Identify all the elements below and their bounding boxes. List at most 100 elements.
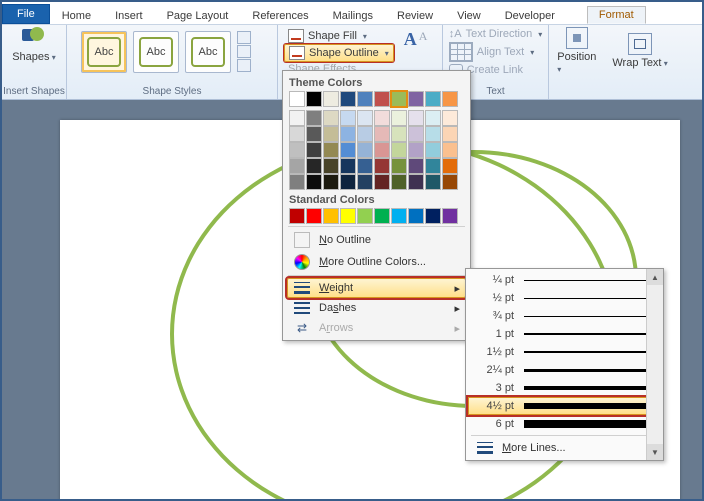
weight-option[interactable]: 3 pt [468, 379, 661, 397]
color-swatch[interactable] [425, 110, 441, 126]
color-swatch[interactable] [442, 110, 458, 126]
style-gallery-expand[interactable] [237, 31, 251, 72]
wrap-text-button[interactable]: Wrap Text ▾ [604, 25, 675, 77]
color-swatch[interactable] [340, 174, 356, 190]
color-swatch[interactable] [323, 110, 339, 126]
weight-option[interactable]: ¼ pt [468, 271, 661, 289]
color-swatch[interactable] [306, 110, 322, 126]
color-swatch[interactable] [357, 208, 373, 224]
color-swatch[interactable] [340, 91, 356, 107]
color-swatch[interactable] [425, 91, 441, 107]
color-swatch[interactable] [408, 208, 424, 224]
color-swatch[interactable] [357, 110, 373, 126]
color-swatch[interactable] [289, 158, 305, 174]
align-text-button[interactable]: Align Text▾ [449, 42, 543, 62]
color-swatch[interactable] [425, 126, 441, 142]
color-swatch[interactable] [289, 91, 305, 107]
tab-developer[interactable]: Developer [493, 7, 567, 24]
color-swatch[interactable] [408, 110, 424, 126]
color-swatch[interactable] [306, 174, 322, 190]
color-swatch[interactable] [425, 208, 441, 224]
more-colors-item[interactable]: More Outline Colors... [287, 251, 466, 273]
color-swatch[interactable] [442, 91, 458, 107]
weight-option[interactable]: ½ pt [468, 289, 661, 307]
color-swatch[interactable] [306, 126, 322, 142]
color-swatch[interactable] [391, 91, 407, 107]
tab-pagelayout[interactable]: Page Layout [155, 7, 241, 24]
color-swatch[interactable] [442, 126, 458, 142]
tab-review[interactable]: Review [385, 7, 445, 24]
tab-references[interactable]: References [240, 7, 320, 24]
tab-insert[interactable]: Insert [103, 7, 155, 24]
color-swatch[interactable] [289, 208, 305, 224]
style-swatch-2[interactable]: Abc [133, 31, 179, 73]
tab-format[interactable]: Format [587, 6, 646, 24]
scroll-up-icon[interactable]: ▲ [647, 269, 663, 285]
color-swatch[interactable] [391, 142, 407, 158]
no-outline-item[interactable]: NNo Outlineo Outline [287, 229, 466, 251]
color-swatch[interactable] [374, 91, 390, 107]
color-swatch[interactable] [340, 158, 356, 174]
color-swatch[interactable] [374, 142, 390, 158]
tab-view[interactable]: View [445, 7, 493, 24]
color-swatch[interactable] [306, 158, 322, 174]
color-swatch[interactable] [425, 158, 441, 174]
color-swatch[interactable] [306, 208, 322, 224]
tab-file[interactable]: File [2, 4, 50, 24]
arrows-item[interactable]: ⇄Arrows ▸ [287, 318, 466, 338]
color-swatch[interactable] [340, 208, 356, 224]
color-swatch[interactable] [408, 126, 424, 142]
style-swatch-1[interactable]: Abc [81, 31, 127, 73]
style-swatch-3[interactable]: Abc [185, 31, 231, 73]
position-button[interactable]: Position▾ [549, 25, 604, 77]
color-swatch[interactable] [408, 174, 424, 190]
color-swatch[interactable] [289, 174, 305, 190]
tab-mailings[interactable]: Mailings [321, 7, 385, 24]
color-swatch[interactable] [289, 126, 305, 142]
shapes-button[interactable]: Shapes ▾ [2, 25, 66, 65]
color-swatch[interactable] [374, 208, 390, 224]
color-swatch[interactable] [340, 142, 356, 158]
color-swatch[interactable] [442, 158, 458, 174]
color-swatch[interactable] [323, 142, 339, 158]
tab-home[interactable]: Home [50, 7, 103, 24]
weight-option[interactable]: ¾ pt [468, 307, 661, 325]
color-swatch[interactable] [323, 208, 339, 224]
color-swatch[interactable] [357, 142, 373, 158]
color-swatch[interactable] [391, 208, 407, 224]
color-swatch[interactable] [306, 91, 322, 107]
dashes-item[interactable]: Dashes ▸ [287, 298, 466, 318]
color-swatch[interactable] [357, 174, 373, 190]
color-swatch[interactable] [357, 158, 373, 174]
color-swatch[interactable] [425, 174, 441, 190]
scroll-down-icon[interactable]: ▼ [647, 444, 663, 460]
color-swatch[interactable] [340, 110, 356, 126]
weight-item[interactable]: Weight ▸ [287, 278, 466, 298]
shape-fill-button[interactable]: Shape Fill▾ [284, 28, 394, 44]
color-swatch[interactable] [391, 126, 407, 142]
color-swatch[interactable] [357, 91, 373, 107]
color-swatch[interactable] [374, 174, 390, 190]
text-direction-button[interactable]: ↕AText Direction▾ [449, 28, 543, 40]
weight-option[interactable]: 6 pt [468, 415, 661, 433]
color-swatch[interactable] [425, 142, 441, 158]
color-swatch[interactable] [408, 142, 424, 158]
color-swatch[interactable] [323, 174, 339, 190]
color-swatch[interactable] [374, 110, 390, 126]
color-swatch[interactable] [442, 142, 458, 158]
color-swatch[interactable] [323, 91, 339, 107]
color-swatch[interactable] [442, 174, 458, 190]
color-swatch[interactable] [357, 126, 373, 142]
weight-option[interactable]: 2¼ pt [468, 361, 661, 379]
weight-option[interactable]: 4½ pt [468, 397, 661, 415]
color-swatch[interactable] [289, 110, 305, 126]
color-swatch[interactable] [442, 208, 458, 224]
color-swatch[interactable] [323, 126, 339, 142]
color-swatch[interactable] [408, 91, 424, 107]
more-lines-item[interactable]: More Lines... [470, 438, 659, 458]
color-swatch[interactable] [391, 110, 407, 126]
shape-outline-button[interactable]: Shape Outline▾ [284, 44, 394, 62]
color-swatch[interactable] [323, 158, 339, 174]
color-swatch[interactable] [408, 158, 424, 174]
weight-option[interactable]: 1½ pt [468, 343, 661, 361]
